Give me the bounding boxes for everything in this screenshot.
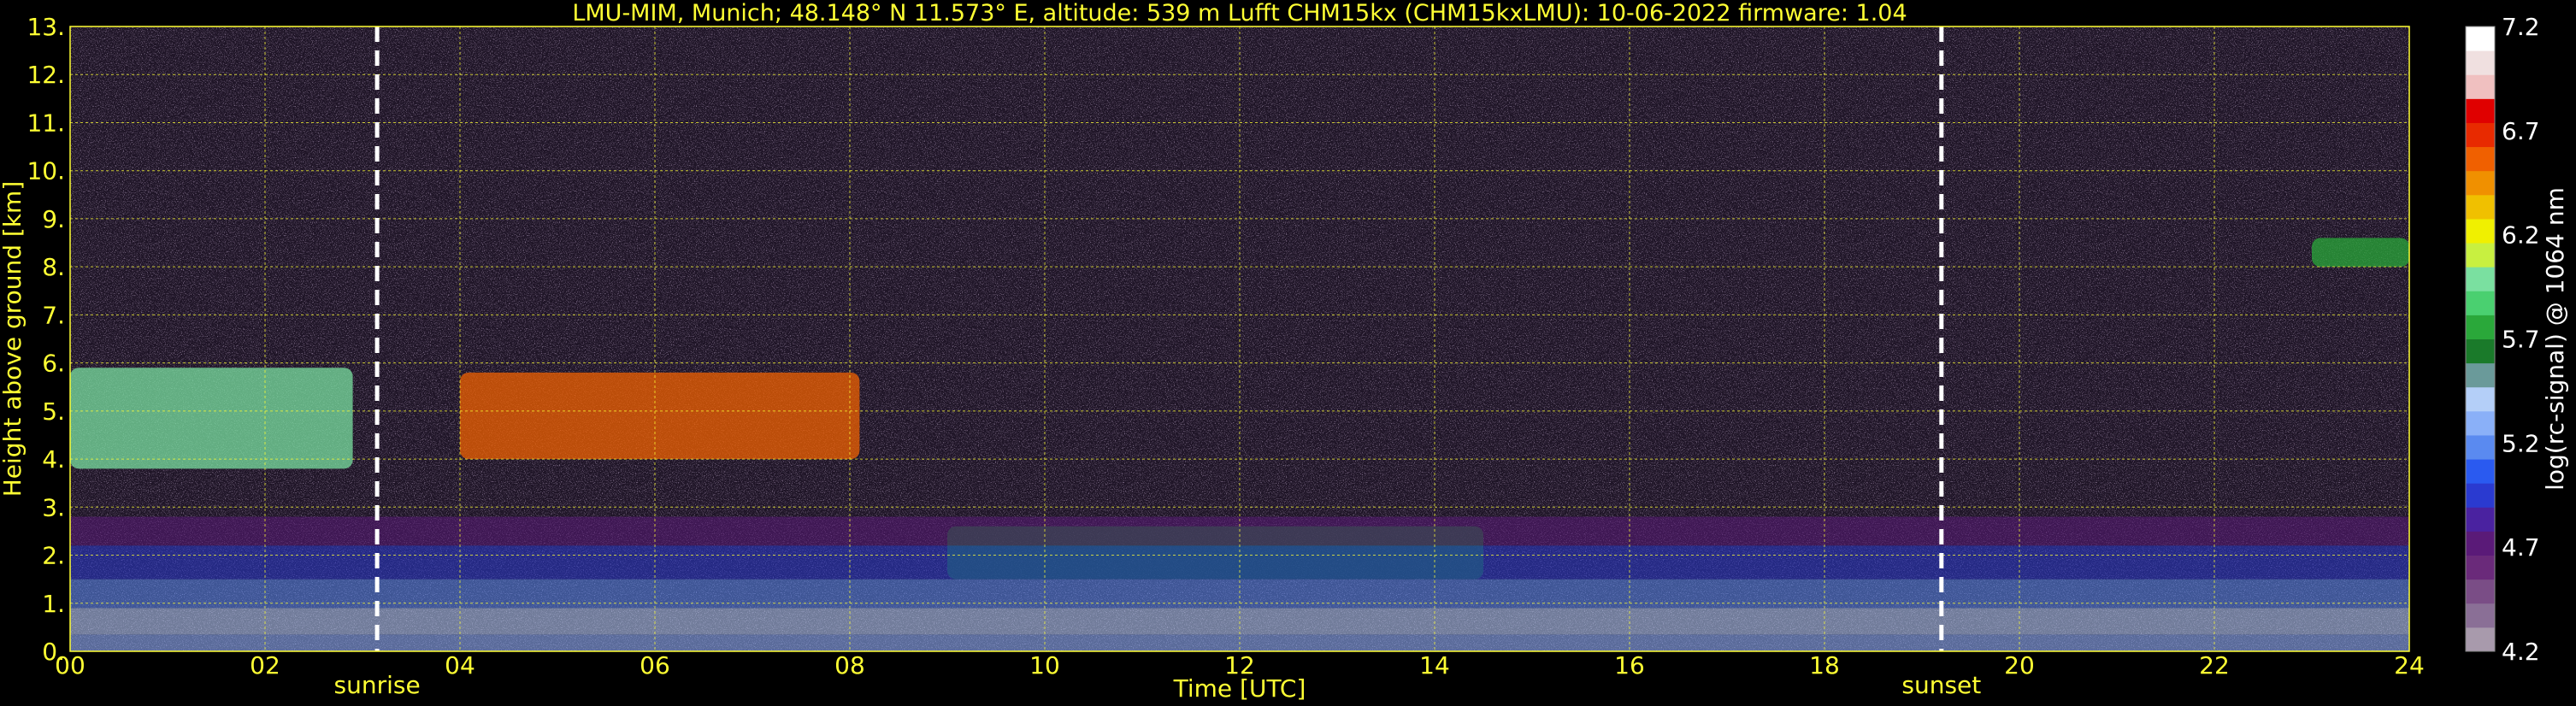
colorbar-segment [2466,627,2495,652]
sunrise-label: sunrise [334,671,421,699]
colorbar-tick-label: 4.2 [2502,638,2540,666]
x-tick-label: 10 [1029,651,1060,680]
x-tick-label: 00 [55,651,85,680]
event-labels: sunrise sunset [334,671,1982,699]
colorbar-segment [2466,146,2495,172]
colorbar-segment [2466,555,2495,580]
colorbar-segment [2466,434,2495,460]
y-tick-label: 6. [42,350,65,378]
colorbar-segment [2466,386,2495,412]
x-tick-label: 02 [250,651,280,680]
colorbar-segment [2466,507,2495,532]
cirrus-region [2312,238,2409,268]
colorbar-segment [2466,603,2495,628]
cloud-layer-region [70,368,353,469]
y-tick-label: 13. [27,13,65,41]
y-tick-label: 11. [27,109,65,137]
colorbar-segment [2466,579,2495,604]
y-tick-label: 4. [42,445,65,474]
colorbar-tick-labels: 4.2 4.7 5.2 5.7 6.2 6.7 7.2 [2502,13,2540,666]
y-tick-label: 3. [42,493,65,521]
colorbar-segment [2466,459,2495,484]
colorbar-segment [2466,50,2495,75]
x-axis-title: Time [UTC] [1173,674,1306,703]
colorbar-segment [2466,218,2495,244]
colorbar-segment [2466,483,2495,508]
y-tick-label: 5. [42,397,65,426]
x-tick-label: 18 [1809,651,1840,680]
colorbar-tick-label: 7.2 [2502,13,2540,41]
colorbar-segment [2466,362,2495,388]
colorbar-tick-label: 6.7 [2502,117,2540,145]
plot-area [70,26,2409,651]
colorbar-segment [2466,531,2495,556]
x-tick-label: 06 [640,651,670,680]
y-tick-labels: 0.1.2.3.4.5.6.7.8.9.10.11.12.13. [27,13,65,666]
x-tick-label: 08 [834,651,865,680]
colorbar-tick-label: 5.2 [2502,429,2540,457]
y-axis-title: Height above ground [km] [0,181,27,497]
y-tick-label: 1. [42,590,65,618]
x-tick-label: 04 [445,651,475,680]
colorbar-segment [2466,26,2495,51]
colorbar-segments [2466,26,2495,652]
y-tick-label: 8. [42,253,65,281]
y-tick-label: 9. [42,205,65,233]
x-tick-label: 24 [2394,651,2425,680]
x-tick-label: 16 [1614,651,1645,680]
colorbar-segment [2466,267,2495,291]
colorbar-segment [2466,98,2495,123]
colorbar-segment [2466,338,2495,364]
colorbar-segment [2466,74,2495,99]
cloud-layer-region [460,372,860,460]
y-tick-label: 2. [42,542,65,570]
y-tick-label: 12. [27,61,65,89]
y-tick-label: 7. [42,301,65,329]
colorbar-title: log(rc-signal) @ 1064 nm [2541,187,2569,491]
colorbar-segment [2466,315,2495,339]
colorbar: 4.2 4.7 5.2 5.7 6.2 6.7 7.2 log(rc-signal) @ 1… [2465,13,2569,666]
colorbar-tick-label: 5.7 [2502,326,2540,354]
colorbar-tick-label: 4.7 [2502,533,2540,562]
colorbar-tick-label: 6.2 [2502,221,2540,250]
x-tick-label: 20 [2004,651,2035,680]
colorbar-segment [2466,291,2495,315]
x-tick-label: 14 [1419,651,1450,680]
colorbar-segment [2466,194,2495,220]
x-tick-label: 22 [2199,651,2230,680]
colorbar-segment [2466,243,2495,268]
colorbar-segment [2466,410,2495,436]
colorbar-segment [2466,170,2495,196]
lidar-chart: LMU-MIM, Munich; 48.148° N 11.573° E, al… [0,0,2569,703]
colorbar-segment [2466,122,2495,148]
y-tick-label: 10. [27,157,65,185]
sunset-label: sunset [1901,671,1981,699]
chart-title: LMU-MIM, Munich; 48.148° N 11.573° E, al… [572,0,1907,26]
aerosol-band [70,579,2409,609]
